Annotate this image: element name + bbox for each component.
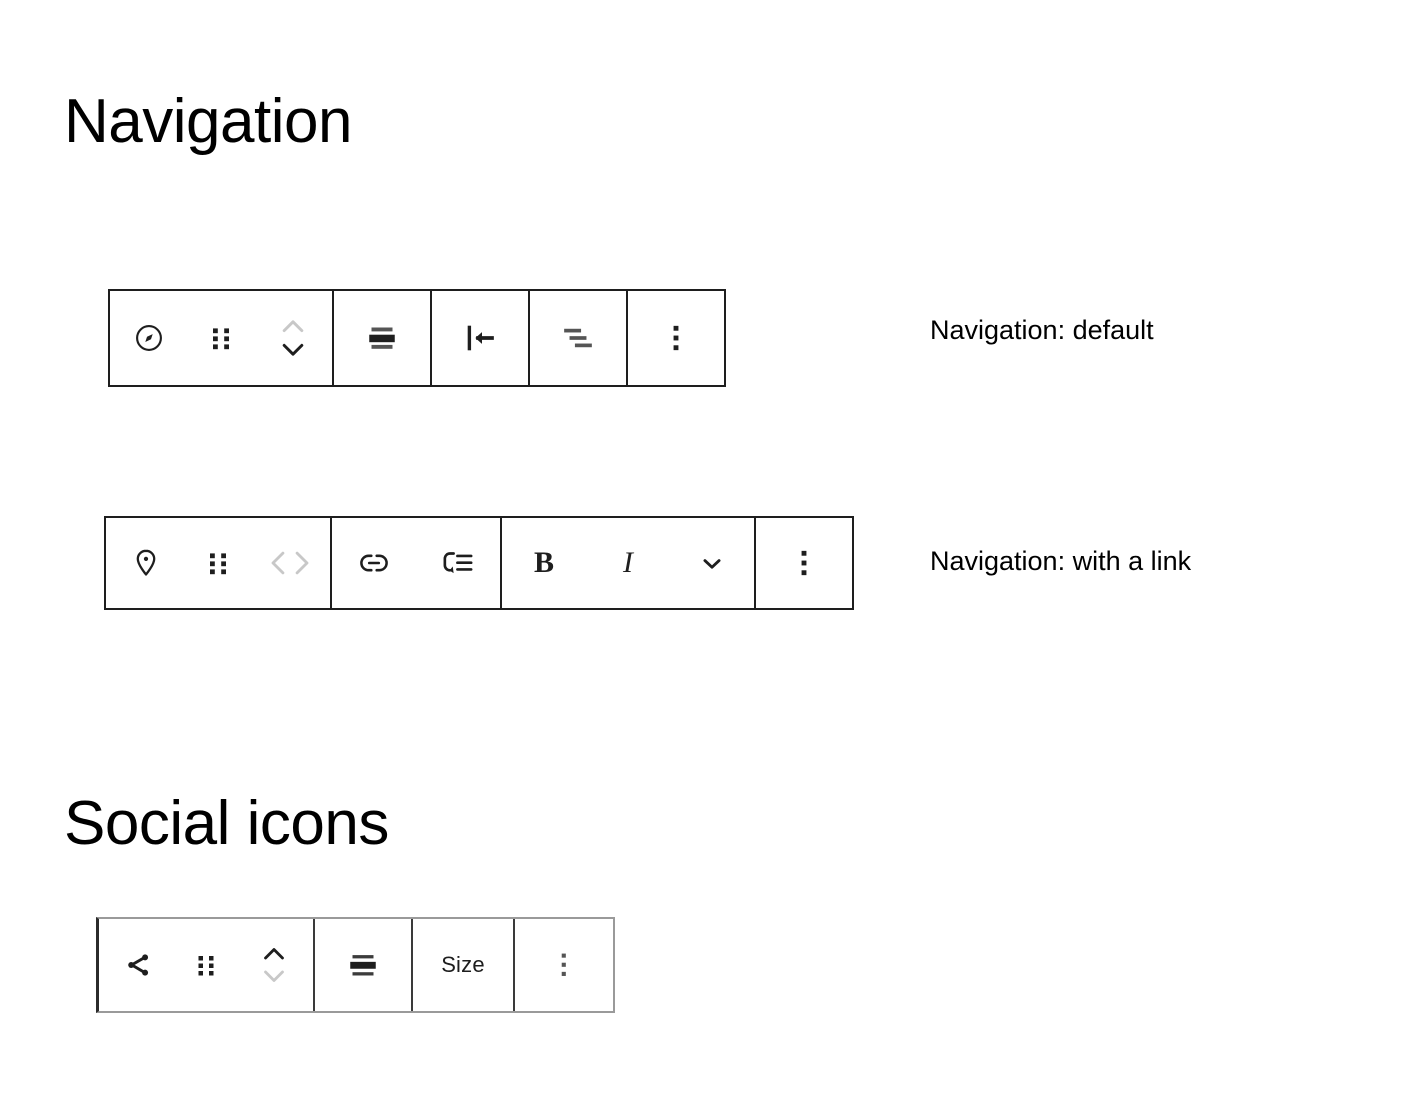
map-pin-icon[interactable] <box>110 518 182 608</box>
bold-label: B <box>533 546 554 579</box>
caption-navigation-with-link: Navigation: with a link <box>930 546 1192 576</box>
align-center-icon[interactable] <box>334 291 430 385</box>
toolbar-group-more <box>626 291 724 385</box>
italic-label: I <box>623 546 633 579</box>
toolbar-group-align <box>332 291 430 385</box>
toolbar-group-format: B I <box>500 518 754 608</box>
toolbar-group-more <box>513 919 613 1011</box>
compass-icon[interactable] <box>113 291 185 385</box>
more-options-icon[interactable] <box>515 919 613 1011</box>
share-icon[interactable] <box>104 919 172 1011</box>
toolbar-group-orientation <box>528 291 626 385</box>
chevron-down-icon[interactable] <box>670 518 754 608</box>
toolbar-group-justify <box>430 291 528 385</box>
text-stagger-icon[interactable] <box>530 291 626 385</box>
italic-icon[interactable]: I <box>586 518 670 608</box>
align-center-icon[interactable] <box>315 919 411 1011</box>
toolbar-group-size: Size <box>411 919 513 1011</box>
justify-left-icon[interactable] <box>432 291 528 385</box>
page-title-navigation: Navigation <box>64 86 352 156</box>
move-up-down-icon[interactable] <box>240 919 308 1011</box>
size-label: Size <box>441 952 485 977</box>
drag-handle-icon[interactable] <box>172 919 240 1011</box>
add-submenu-icon[interactable] <box>416 518 500 608</box>
toolbar-group-more <box>754 518 852 608</box>
page-title-social-icons: Social icons <box>64 788 389 858</box>
move-left-right-icon[interactable] <box>254 518 326 608</box>
toolbar-navigation-with-link: B I <box>104 516 854 610</box>
more-options-icon[interactable] <box>756 518 852 608</box>
toolbar-social-icons: Size <box>96 917 615 1013</box>
toolbar-group-link <box>330 518 500 608</box>
caption-navigation-default: Navigation: default <box>930 315 1154 345</box>
link-icon[interactable] <box>332 518 416 608</box>
bold-icon[interactable]: B <box>502 518 586 608</box>
toolbar-group-block-controls <box>99 919 313 1011</box>
drag-handle-icon[interactable] <box>182 518 254 608</box>
toolbar-navigation-default <box>108 289 726 387</box>
more-options-icon[interactable] <box>628 291 724 385</box>
move-up-down-icon[interactable] <box>257 291 329 385</box>
drag-handle-icon[interactable] <box>185 291 257 385</box>
toolbar-group-block-controls <box>106 518 330 608</box>
toolbar-group-block-controls <box>110 291 332 385</box>
size-button[interactable]: Size <box>413 919 513 1011</box>
toolbar-group-align <box>313 919 411 1011</box>
